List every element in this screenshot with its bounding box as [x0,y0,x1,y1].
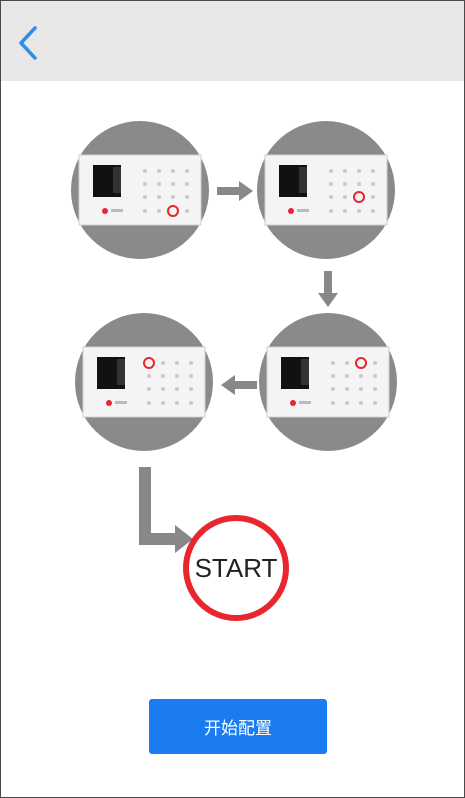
arrow-right-icon [217,181,253,201]
top-bar [1,1,464,81]
alarm-panel-step-3 [259,313,397,451]
arrow-left-icon [221,375,257,395]
app-screen: START 开始配置 [0,0,465,798]
start-config-button[interactable]: 开始配置 [149,699,327,754]
arrow-down-icon [318,271,338,307]
alarm-panel-step-2 [257,121,395,259]
pairing-diagram: START [1,81,464,661]
start-label: START [194,552,278,583]
alarm-panel-step-4 [75,313,213,451]
back-button[interactable] [13,25,43,61]
start-indicator: START [181,513,291,623]
chevron-left-icon [19,26,37,60]
alarm-panel-step-1 [71,121,209,259]
